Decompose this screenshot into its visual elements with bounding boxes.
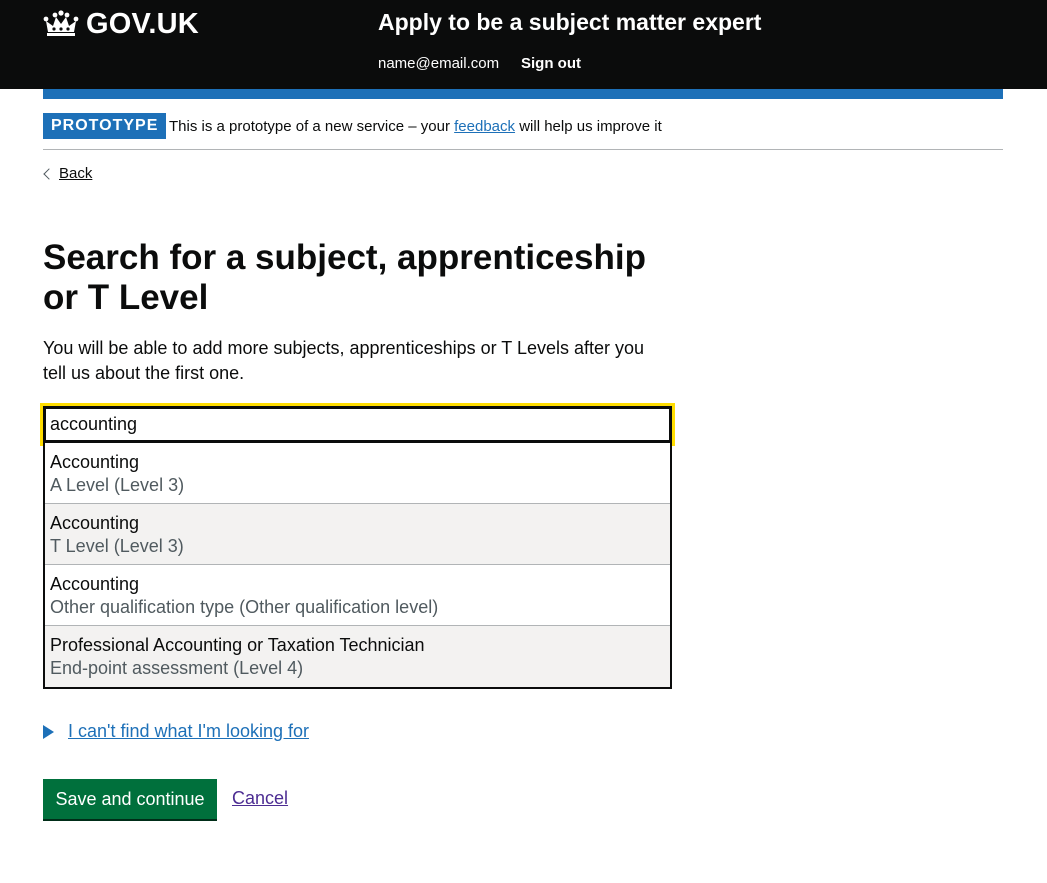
save-and-continue-button[interactable]: Save and continue <box>43 779 217 819</box>
option-subtitle: End-point assessment (Level 4) <box>50 658 304 678</box>
crown-icon <box>43 10 79 36</box>
phase-text-before: This is a prototype of a new service – y… <box>169 118 455 135</box>
option-title: Accounting <box>50 452 140 472</box>
option-subtitle: Other qualification type (Other qualific… <box>50 597 439 617</box>
autocomplete-option[interactable]: Accounting T Level (Level 3) <box>45 504 670 565</box>
header-blue-bar <box>43 89 1003 99</box>
details-summary-label: I can't find what I'm looking for <box>68 721 309 741</box>
option-title: Professional Accounting or Taxation Tech… <box>50 635 425 655</box>
service-name[interactable]: Apply to be a subject matter expert <box>378 9 761 36</box>
phase-banner: PROTOTYPE This is a prototype of a new s… <box>43 113 1003 150</box>
back-link[interactable]: Back <box>43 165 92 182</box>
logo-text: GOV.UK <box>86 7 199 40</box>
autocomplete-option[interactable]: Accounting A Level (Level 3) <box>45 443 670 504</box>
phase-tag: PROTOTYPE <box>43 113 167 139</box>
search-focus-ring <box>40 403 675 446</box>
govuk-logo[interactable]: GOV.UK <box>43 8 199 40</box>
option-title: Accounting <box>50 574 140 594</box>
feedback-link[interactable]: feedback <box>454 118 515 135</box>
autocomplete-option[interactable]: Accounting Other qualification type (Oth… <box>45 565 670 626</box>
page-title: Search for a subject, apprenticeship or … <box>43 238 646 317</box>
sign-out-link[interactable]: Sign out <box>521 55 581 72</box>
chevron-left-icon <box>43 167 55 180</box>
triangle-right-icon <box>43 724 54 739</box>
option-title: Accounting <box>50 513 140 533</box>
autocomplete-option[interactable]: Professional Accounting or Taxation Tech… <box>45 626 670 687</box>
search-hint: You will be able to add more subjects, a… <box>43 338 645 383</box>
back-link-label: Back <box>59 165 93 182</box>
details-summary[interactable]: I can't find what I'm looking for <box>43 721 309 742</box>
site-header: GOV.UK Apply to be a subject matter expe… <box>0 0 1047 89</box>
cancel-link[interactable]: Cancel <box>232 788 288 809</box>
phase-text-after: will help us improve it <box>515 118 662 135</box>
phase-banner-text: This is a prototype of a new service – y… <box>169 118 662 135</box>
option-subtitle: A Level (Level 3) <box>50 475 185 495</box>
account-email: name@email.com <box>378 55 500 72</box>
autocomplete-menu: Accounting A Level (Level 3) Accounting … <box>43 443 672 689</box>
search-input[interactable] <box>43 406 672 443</box>
option-subtitle: T Level (Level 3) <box>50 536 184 556</box>
